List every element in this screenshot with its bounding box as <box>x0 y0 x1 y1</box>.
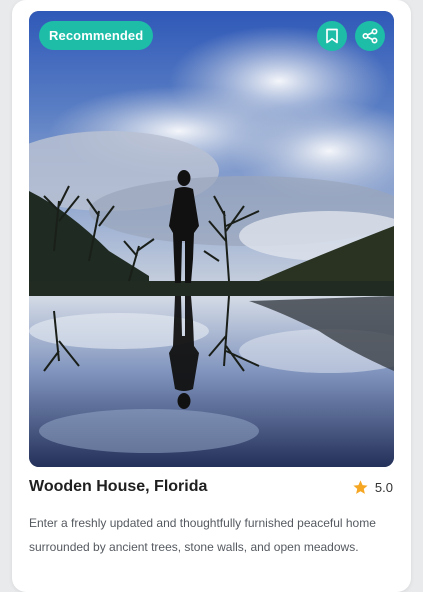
recommended-badge: Recommended <box>39 21 154 50</box>
rating-value: 5.0 <box>374 480 393 495</box>
listing-card[interactable]: Recommended Wooden House, Florida 5.0 En… <box>12 0 411 592</box>
listing-description: Enter a freshly updated and thoughtfully… <box>29 516 376 554</box>
listing-photo[interactable]: Recommended <box>29 11 394 467</box>
share-button[interactable] <box>355 21 385 51</box>
share-icon <box>362 28 378 44</box>
star-icon <box>353 480 368 494</box>
listing-rating: 5.0 <box>352 479 393 496</box>
silhouette-reflection-image <box>29 11 394 467</box>
bookmark-button[interactable] <box>317 21 347 51</box>
bookmark-icon <box>326 28 338 44</box>
listing-title[interactable]: Wooden House, Florida <box>29 478 207 496</box>
